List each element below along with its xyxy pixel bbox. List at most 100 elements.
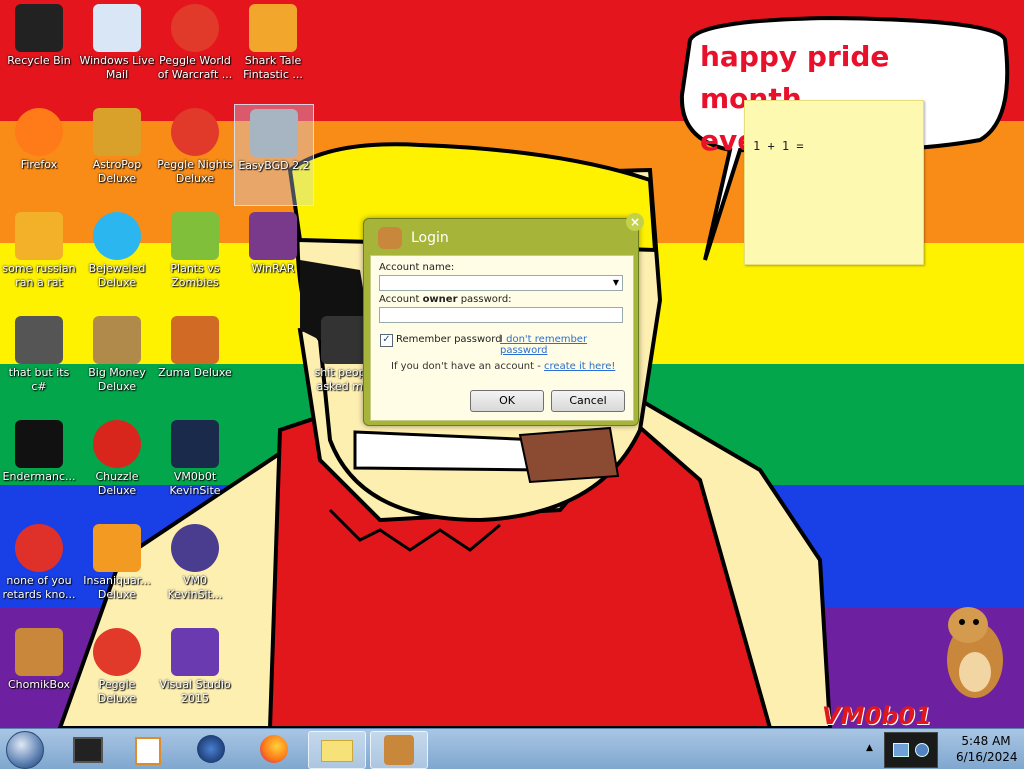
desktop-icon[interactable]: Zuma Deluxe <box>156 312 234 412</box>
ok-button[interactable]: OK <box>470 390 544 412</box>
peggle-icon <box>171 4 219 52</box>
network-icon[interactable] <box>893 743 909 757</box>
login-dialog: Login × Account name: ▼ Account owner pa… <box>363 213 644 426</box>
desktop: happy pride month everyone! VM0b01 Recyc… <box>0 0 1024 728</box>
sticky-note[interactable]: 1 + 1 = <box>744 100 924 265</box>
mail-icon <box>93 4 141 52</box>
easybgd-icon <box>250 109 298 157</box>
desktop-icon[interactable]: Bejeweled Deluxe <box>78 208 156 308</box>
desktop-icon-label: Firefox <box>20 158 58 171</box>
desktop-icon[interactable]: AstroPop Deluxe <box>78 104 156 204</box>
visual-studio-icon <box>171 628 219 676</box>
clock[interactable]: 5:48 AM 6/16/2024 <box>956 733 1018 765</box>
gem-icon <box>93 212 141 260</box>
desktop-icon[interactable]: WinRAR <box>234 208 312 308</box>
show-hidden-icons-button[interactable]: ▲ <box>866 743 873 753</box>
account-name-label: Account name: <box>379 262 455 273</box>
desktop-icon-label: Bejeweled Deluxe <box>88 262 146 289</box>
create-account-link[interactable]: create it here! <box>544 361 615 372</box>
desktop-icon[interactable]: VM0 KevinSit... <box>156 520 234 620</box>
desktop-icon[interactable]: Peggle Nights Deluxe <box>156 104 234 204</box>
taskbar-game-app[interactable] <box>183 731 239 767</box>
taskbar-media-app[interactable] <box>120 731 176 767</box>
clock-time: 5:48 AM <box>961 734 1011 748</box>
chomikbox-icon <box>15 628 63 676</box>
signup-line: If you don't have an account - create it… <box>391 361 616 372</box>
sticky-note-text[interactable]: 1 + 1 = <box>753 139 804 153</box>
desktop-icon[interactable]: Shark Tale Fintastic ... <box>234 0 312 100</box>
firefox-file-icon <box>171 524 219 572</box>
desktop-icon[interactable]: that but its c# <box>0 312 78 412</box>
desktop-icon[interactable]: Endermanc... <box>0 416 78 516</box>
terminal-icon <box>73 737 103 763</box>
password-field[interactable] <box>379 307 623 323</box>
taskbar: ▲ 5:48 AM 6/16/2024 <box>0 728 1024 769</box>
folder-icon <box>321 740 353 762</box>
chevron-down-icon[interactable]: ▼ <box>613 278 619 287</box>
desktop-icon[interactable]: Windows Live Mail <box>78 0 156 100</box>
artist-signature: VM0b01 <box>822 702 932 728</box>
desktop-icon[interactable]: EasyBGD 2.2 <box>234 104 314 206</box>
document-icon <box>321 316 369 364</box>
desktop-icon-label: Peggle World of Warcraft ... <box>157 54 233 81</box>
desktop-icon[interactable]: Chuzzle Deluxe <box>78 416 156 516</box>
desktop-icon-label: Zuma Deluxe <box>158 366 232 379</box>
desktop-icon[interactable]: Visual Studio 2015 <box>156 624 234 724</box>
desktop-icon[interactable]: none of you retards kno... <box>0 520 78 620</box>
desktop-icon[interactable]: Plants vs Zombies <box>156 208 234 308</box>
desktop-icon-label: VM0b0t KevinSite <box>169 470 221 497</box>
astropop-icon <box>93 108 141 156</box>
desktop-icon-label: none of you retards kno... <box>2 574 76 601</box>
close-button[interactable]: × <box>626 213 644 231</box>
taskbar-chomikbox-app[interactable] <box>370 731 428 769</box>
de-icon <box>15 212 63 260</box>
tray-area <box>884 732 938 768</box>
desktop-icon-label: AstroPop Deluxe <box>92 158 142 185</box>
desktop-icon-label: Peggle Nights Deluxe <box>157 158 233 185</box>
desktop-icon-label: Chuzzle Deluxe <box>95 470 139 497</box>
media-player-icon <box>135 737 161 765</box>
desktop-icon[interactable]: VM0b0t KevinSite <box>156 416 234 516</box>
taskbar-explorer-app[interactable] <box>308 731 366 769</box>
taskbar-firefox-app[interactable] <box>246 731 302 767</box>
desktop-icon[interactable]: Recycle Bin <box>0 0 78 100</box>
desktop-icon-label: EasyBGD 2.2 <box>238 159 310 172</box>
desktop-icon-label: Big Money Deluxe <box>88 366 146 393</box>
desktop-icon-label: Plants vs Zombies <box>170 262 220 289</box>
desktop-icon-label: WinRAR <box>251 262 295 275</box>
chomikbox-icon <box>378 227 402 249</box>
desktop-icon[interactable]: ChomikBox <box>0 624 78 724</box>
forgot-password-link[interactable]: I don't remember password <box>500 334 633 356</box>
remember-checkbox[interactable]: ✓ <box>380 334 393 347</box>
desktop-icon-label: Visual Studio 2015 <box>159 678 231 705</box>
winrar-icon <box>249 212 297 260</box>
desktop-icon-label: Endermanc... <box>2 470 76 483</box>
chomikbox-icon <box>384 735 414 765</box>
desktop-icon[interactable]: some russian ran a rat <box>0 208 78 308</box>
desktop-icon[interactable]: Insaniquar... Deluxe <box>78 520 156 620</box>
recycle-bin-icon <box>15 4 63 52</box>
cancel-button[interactable]: Cancel <box>551 390 625 412</box>
desktop-icon-label: some russian ran a rat <box>2 262 76 289</box>
desktop-icon-label: Shark Tale Fintastic ... <box>243 54 303 81</box>
desktop-icon[interactable]: Big Money Deluxe <box>78 312 156 412</box>
account-name-field[interactable]: ▼ <box>379 275 623 291</box>
money-bag-icon <box>93 316 141 364</box>
firefox-icon <box>15 108 63 156</box>
chuzzle-icon <box>93 420 141 468</box>
stack-icon <box>15 316 63 364</box>
taskbar-terminal-app[interactable] <box>60 731 116 767</box>
desktop-icon[interactable]: Firefox <box>0 104 78 204</box>
desktop-icon[interactable]: Peggle Deluxe <box>78 624 156 724</box>
vm-icon <box>171 420 219 468</box>
terminal-icon <box>15 420 63 468</box>
red-dino-icon <box>15 524 63 572</box>
remember-label[interactable]: Remember password <box>396 334 502 345</box>
desktop-icon[interactable]: Peggle World of Warcraft ... <box>156 0 234 100</box>
windows-start-icon[interactable] <box>6 731 44 769</box>
speaker-icon[interactable] <box>915 743 929 757</box>
desktop-icon-label: that but its c# <box>8 366 70 393</box>
desktop-icon-label: Peggle Deluxe <box>97 678 137 705</box>
desktop-icon-label: ChomikBox <box>8 678 70 691</box>
dialog-body: Account name: ▼ Account owner password: … <box>370 255 634 421</box>
